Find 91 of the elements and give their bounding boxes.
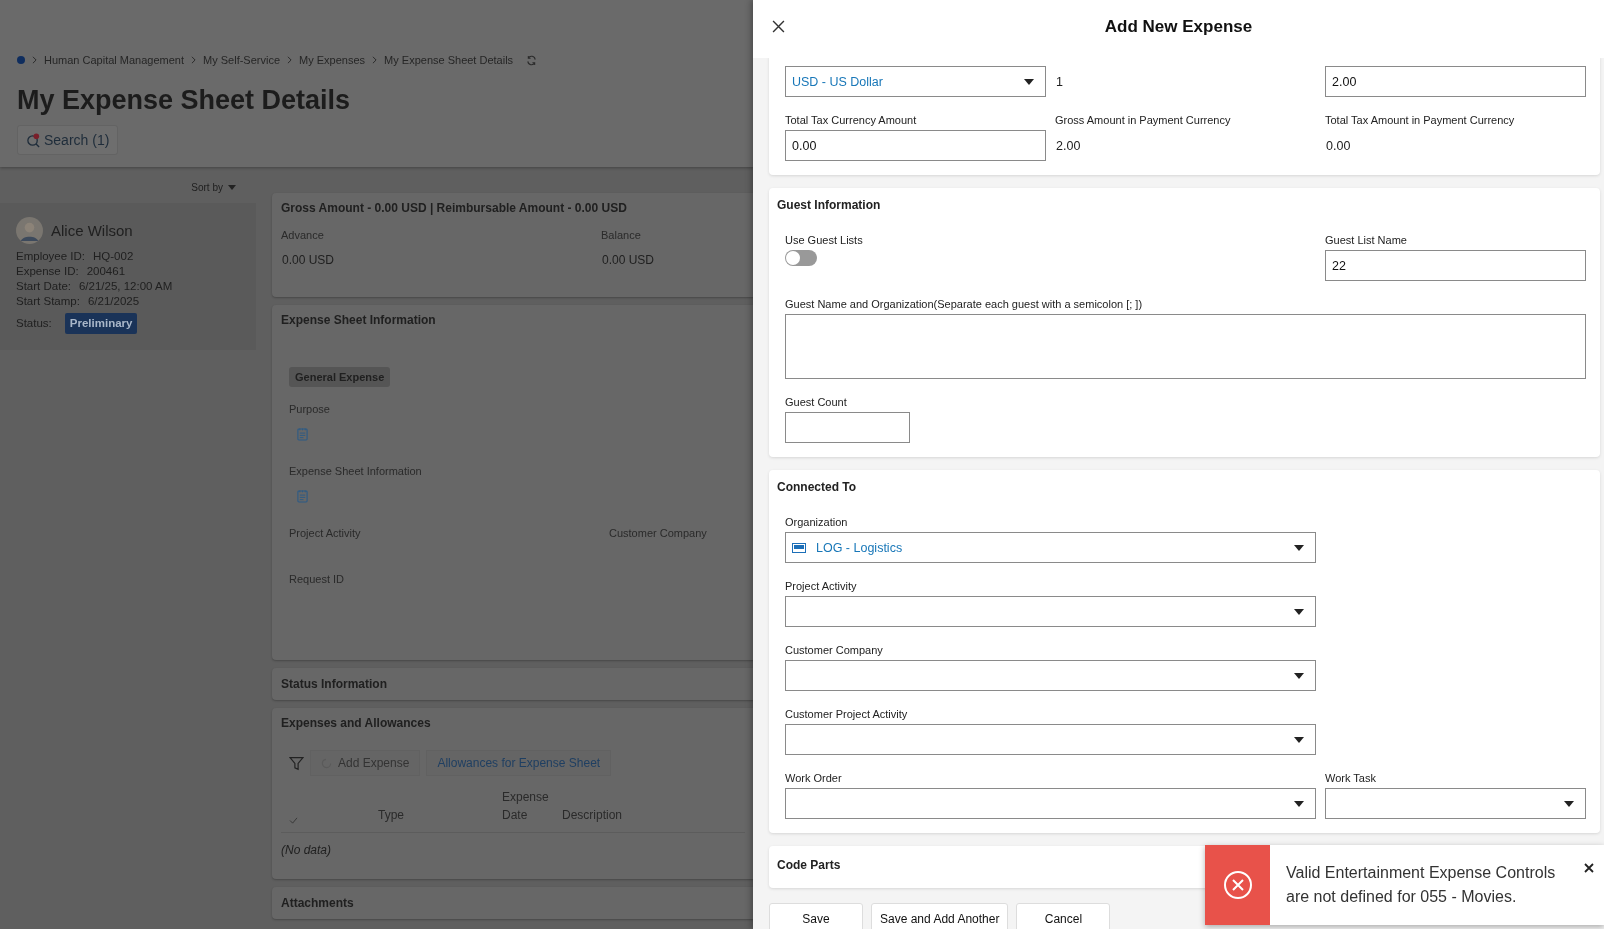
field-label: Work Order bbox=[785, 772, 843, 784]
field-label: Start Stamp: bbox=[16, 294, 80, 309]
field-value: 0.00 bbox=[1325, 137, 1352, 155]
action-button[interactable]: Cancel bbox=[1016, 903, 1111, 929]
field-value: HQ-002 bbox=[93, 249, 134, 264]
input-field[interactable]: 2.00 bbox=[1325, 66, 1586, 97]
caret-icon bbox=[1294, 608, 1304, 615]
chevron-icon bbox=[287, 56, 293, 64]
caret-icon bbox=[1564, 800, 1574, 807]
field-label: Employee ID: bbox=[16, 249, 86, 264]
field-value: 0.00 USD bbox=[602, 253, 656, 267]
column-header[interactable]: Type bbox=[378, 806, 502, 824]
card-title: Gross Amount - 0.00 USD | Reimbursable Amount - 0.00 USD bbox=[281, 201, 628, 215]
field-label: Guest Name and Organization(Separate each guest with a semicolon [; ]) bbox=[785, 298, 1144, 310]
caret-icon bbox=[228, 184, 236, 190]
field-label: Purpose bbox=[289, 403, 331, 415]
field-label: Project Activity bbox=[785, 580, 858, 592]
field-value: 2.00 bbox=[1055, 137, 1082, 155]
caret-icon bbox=[1294, 544, 1304, 551]
avatar-icon bbox=[16, 217, 43, 244]
field-label: Organization bbox=[785, 516, 849, 528]
field-label: Start Date: bbox=[16, 279, 71, 294]
close-icon[interactable] bbox=[772, 20, 785, 33]
dropdown-field[interactable]: USD - US Dollar bbox=[785, 66, 1046, 97]
section-header[interactable]: Status Information bbox=[272, 668, 754, 700]
caret-icon bbox=[1294, 800, 1304, 807]
input-field[interactable]: 0.00 bbox=[785, 130, 1046, 161]
dropdown-field[interactable] bbox=[1325, 788, 1586, 819]
breadcrumb-link[interactable]: My Self-Service bbox=[203, 54, 281, 66]
section-title: Connected To bbox=[777, 480, 858, 494]
breadcrumb-link[interactable]: My Expenses bbox=[299, 54, 366, 66]
field-label: Use Guest Lists bbox=[785, 234, 864, 246]
section-title: Guest Information bbox=[777, 198, 882, 212]
action-button[interactable]: Save bbox=[769, 903, 863, 929]
close-icon[interactable] bbox=[1584, 863, 1594, 873]
field-label: Expense ID: bbox=[16, 264, 79, 279]
input-field[interactable] bbox=[785, 412, 910, 443]
home-icon[interactable] bbox=[17, 56, 25, 64]
field-label: Total Tax Currency Amount bbox=[785, 114, 918, 126]
check-icon[interactable] bbox=[289, 817, 298, 824]
dropdown-field[interactable] bbox=[785, 660, 1316, 691]
field-label: Guest List Name bbox=[1325, 234, 1408, 246]
card-title: Expense Sheet Information bbox=[281, 313, 437, 327]
dropdown-field[interactable] bbox=[785, 724, 1316, 755]
field-label: Customer Company bbox=[609, 527, 708, 539]
status-badge: Preliminary bbox=[64, 313, 138, 334]
field-label: Expense Sheet Information bbox=[289, 465, 423, 477]
search-icon bbox=[26, 132, 41, 148]
field-label: Status: bbox=[16, 316, 52, 331]
page-title: My Expense Sheet Details bbox=[17, 85, 352, 115]
dropdown-field[interactable] bbox=[785, 596, 1316, 627]
field-label: Advance bbox=[281, 229, 325, 241]
breadcrumb-link[interactable]: Human Capital Management bbox=[44, 54, 185, 66]
empty-message: (No data) bbox=[281, 843, 333, 857]
field-label: Balance bbox=[601, 229, 642, 241]
field-label: Customer Company bbox=[785, 644, 884, 656]
field-value: 200461 bbox=[86, 264, 126, 279]
caret-icon bbox=[1024, 78, 1034, 85]
sort-by-button[interactable]: Sort by bbox=[191, 181, 223, 193]
toggle-switch[interactable] bbox=[785, 250, 817, 266]
caret-icon bbox=[1294, 736, 1304, 743]
error-icon bbox=[1222, 870, 1253, 900]
dropdown-field[interactable]: LOG - Logistics bbox=[785, 532, 1316, 563]
column-header[interactable]: Description bbox=[562, 806, 712, 824]
chevron-icon bbox=[372, 56, 378, 64]
field-label: Guest Count bbox=[785, 396, 848, 408]
input-field[interactable]: 22 bbox=[1325, 250, 1586, 281]
filter-icon[interactable] bbox=[289, 755, 304, 771]
field-value: 6/21/2025 bbox=[87, 294, 140, 309]
text-area[interactable] bbox=[785, 314, 1586, 379]
action-button[interactable]: Save and Add Another bbox=[871, 903, 1009, 929]
search-button[interactable]: Search (1) bbox=[17, 125, 119, 155]
card-title: Expenses and Allowances bbox=[281, 716, 432, 730]
field-value: 1 bbox=[1055, 73, 1064, 91]
field-value: 0.00 USD bbox=[282, 253, 336, 267]
field-label: Project Activity bbox=[289, 527, 362, 539]
dropdown-field[interactable] bbox=[785, 788, 1316, 819]
column-header[interactable]: Expense Date bbox=[502, 788, 562, 824]
chevron-icon bbox=[32, 56, 37, 64]
caret-icon bbox=[1294, 672, 1304, 679]
chevron-icon bbox=[191, 56, 197, 64]
field-label: Gross Amount in Payment Currency bbox=[1055, 114, 1232, 126]
field-label: Total Tax Amount in Payment Currency bbox=[1325, 114, 1516, 126]
field-label: Customer Project Activity bbox=[785, 708, 909, 720]
field-label: Work Task bbox=[1325, 772, 1377, 784]
section-header[interactable]: Attachments bbox=[272, 887, 754, 919]
employee-name: Alice Wilson bbox=[51, 222, 133, 239]
field-label: Request ID bbox=[289, 573, 346, 585]
refresh-icon[interactable] bbox=[526, 54, 538, 66]
breadcrumb-link[interactable]: My Expense Sheet Details bbox=[384, 54, 514, 66]
drawer-title: Add New Expense bbox=[1104, 17, 1253, 37]
